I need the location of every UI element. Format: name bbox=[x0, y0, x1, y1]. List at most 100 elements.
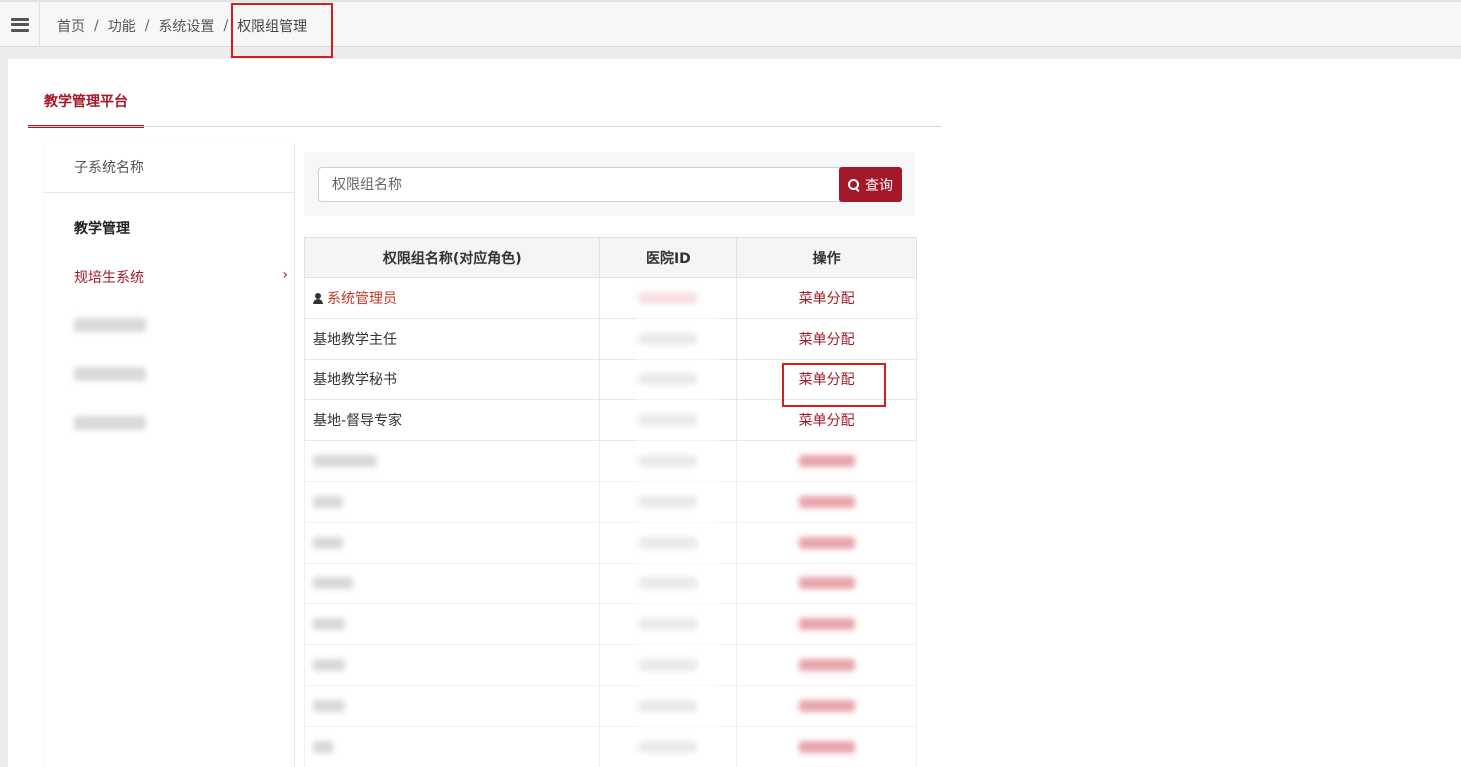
table-row bbox=[303, 684, 917, 727]
action-cell bbox=[736, 562, 917, 605]
main-panel: 教学管理平台 子系统名称 教学管理 规培生系统 › 查询 权限组名称(对应角色) bbox=[8, 59, 1461, 767]
chevron-right-icon: › bbox=[282, 267, 288, 283]
action-cell bbox=[736, 644, 917, 686]
redacted-action-link[interactable] bbox=[798, 577, 855, 590]
group-name-cell: 系统管理员 bbox=[303, 277, 601, 319]
table-row bbox=[303, 562, 917, 605]
redacted-value bbox=[639, 291, 698, 304]
redacted-value bbox=[639, 618, 698, 631]
group-name-cell bbox=[303, 521, 601, 564]
action-cell bbox=[736, 480, 917, 523]
action-cell: 菜单分配 bbox=[736, 277, 917, 319]
group-name-cell bbox=[303, 725, 601, 767]
search-button-label: 查询 bbox=[865, 177, 893, 194]
redacted-value bbox=[639, 577, 698, 590]
group-name-link[interactable]: 系统管理员 bbox=[327, 291, 397, 307]
sidebar-item-redacted[interactable] bbox=[74, 367, 146, 381]
sidebar-item-redacted[interactable] bbox=[74, 416, 146, 430]
column-header-group-name: 权限组名称(对应角色) bbox=[303, 237, 601, 278]
redacted-value bbox=[639, 455, 698, 468]
action-cell: 菜单分配 bbox=[736, 317, 917, 360]
redacted-action-link[interactable] bbox=[798, 536, 855, 549]
redacted-value bbox=[639, 495, 698, 508]
breadcrumb-item-function[interactable]: 功能 bbox=[108, 16, 136, 36]
redacted-value bbox=[313, 577, 353, 590]
table-row bbox=[303, 521, 917, 564]
highlight-box-breadcrumb bbox=[231, 3, 333, 58]
search-bar: 查询 bbox=[304, 152, 915, 216]
action-cell bbox=[736, 603, 917, 646]
subsystem-sidebar: 子系统名称 教学管理 规培生系统 › bbox=[44, 144, 295, 767]
tab-teaching-platform[interactable]: 教学管理平台 bbox=[28, 92, 144, 128]
redacted-value bbox=[639, 536, 698, 549]
redacted-value bbox=[639, 332, 698, 345]
sidebar-item-trainee-system[interactable]: 规培生系统 › bbox=[74, 267, 288, 287]
hospital-id-cell bbox=[599, 399, 738, 442]
hospital-id-cell bbox=[599, 480, 738, 523]
hospital-id-cell bbox=[599, 521, 738, 564]
group-name-cell: 基地教学主任 bbox=[303, 317, 601, 360]
menu-toggle-button[interactable] bbox=[0, 2, 40, 47]
search-button[interactable]: 查询 bbox=[839, 167, 902, 202]
redacted-action-link[interactable] bbox=[798, 699, 855, 712]
group-name-cell bbox=[303, 440, 601, 482]
menu-assign-link[interactable]: 菜单分配 bbox=[799, 332, 855, 348]
action-cell bbox=[736, 440, 917, 482]
redacted-value bbox=[313, 455, 377, 468]
menu-assign-link[interactable]: 菜单分配 bbox=[799, 291, 855, 307]
action-cell bbox=[736, 684, 917, 727]
group-name-cell bbox=[303, 684, 601, 727]
table-header-row: 权限组名称(对应角色) 医院ID 操作 bbox=[303, 237, 917, 278]
sidebar-header: 子系统名称 bbox=[44, 144, 294, 193]
table-row bbox=[303, 480, 917, 523]
top-bar: 首页 / 功能 / 系统设置 / 权限组管理 bbox=[0, 0, 1461, 47]
column-header-hospital-id: 医院ID bbox=[599, 237, 738, 278]
group-name-cell bbox=[303, 603, 601, 646]
redacted-action-link[interactable] bbox=[798, 455, 855, 468]
breadcrumb-item-home[interactable]: 首页 bbox=[57, 16, 85, 36]
redacted-value bbox=[313, 699, 345, 712]
redacted-value bbox=[313, 495, 343, 508]
redacted-action-link[interactable] bbox=[798, 740, 855, 753]
breadcrumb-separator: / bbox=[144, 18, 150, 34]
table-row bbox=[303, 725, 917, 767]
group-name-cell: 基地-督导专家 bbox=[303, 399, 601, 442]
content-area: 查询 权限组名称(对应角色) 医院ID 操作 系统管理员 菜单分配 bbox=[296, 144, 925, 767]
hospital-id-cell bbox=[599, 358, 738, 401]
redacted-value bbox=[313, 536, 343, 549]
group-name-cell bbox=[303, 562, 601, 605]
redacted-action-link[interactable] bbox=[798, 495, 855, 508]
redacted-value bbox=[639, 740, 698, 753]
redacted-value bbox=[639, 414, 698, 427]
permission-group-table: 权限组名称(对应角色) 医院ID 操作 系统管理员 菜单分配 基地教学主任 菜单… bbox=[303, 237, 917, 767]
menu-assign-link[interactable]: 菜单分配 bbox=[799, 413, 855, 429]
user-icon bbox=[313, 292, 323, 304]
redacted-value bbox=[639, 373, 698, 386]
sidebar-item-teaching[interactable]: 教学管理 bbox=[74, 218, 130, 238]
tab-divider bbox=[28, 126, 941, 127]
sidebar-item-label: 规培生系统 bbox=[74, 270, 144, 286]
hospital-id-cell bbox=[599, 603, 738, 646]
hospital-id-cell bbox=[599, 644, 738, 686]
redacted-action-link[interactable] bbox=[798, 618, 855, 631]
redacted-value bbox=[313, 659, 345, 672]
table-row bbox=[303, 440, 917, 482]
highlight-box-menu-assign bbox=[782, 363, 886, 407]
breadcrumb-separator: / bbox=[94, 18, 99, 34]
search-icon bbox=[848, 178, 860, 191]
table-row: 系统管理员 菜单分配 bbox=[303, 277, 917, 319]
table-row bbox=[303, 603, 917, 646]
hospital-id-cell bbox=[599, 440, 738, 482]
redacted-value bbox=[639, 659, 698, 672]
hamburger-icon bbox=[10, 17, 29, 32]
hospital-id-cell bbox=[599, 317, 738, 360]
sidebar-item-redacted[interactable] bbox=[74, 318, 146, 332]
breadcrumb-item-system-settings[interactable]: 系统设置 bbox=[158, 16, 214, 36]
hospital-id-cell bbox=[599, 277, 738, 319]
redacted-action-link[interactable] bbox=[798, 659, 855, 672]
group-name-search-input[interactable] bbox=[318, 167, 841, 202]
group-name-cell: 基地教学秘书 bbox=[303, 358, 601, 401]
column-header-actions: 操作 bbox=[736, 237, 917, 278]
sidebar-item-label: 教学管理 bbox=[74, 221, 130, 237]
redacted-value bbox=[313, 740, 333, 753]
